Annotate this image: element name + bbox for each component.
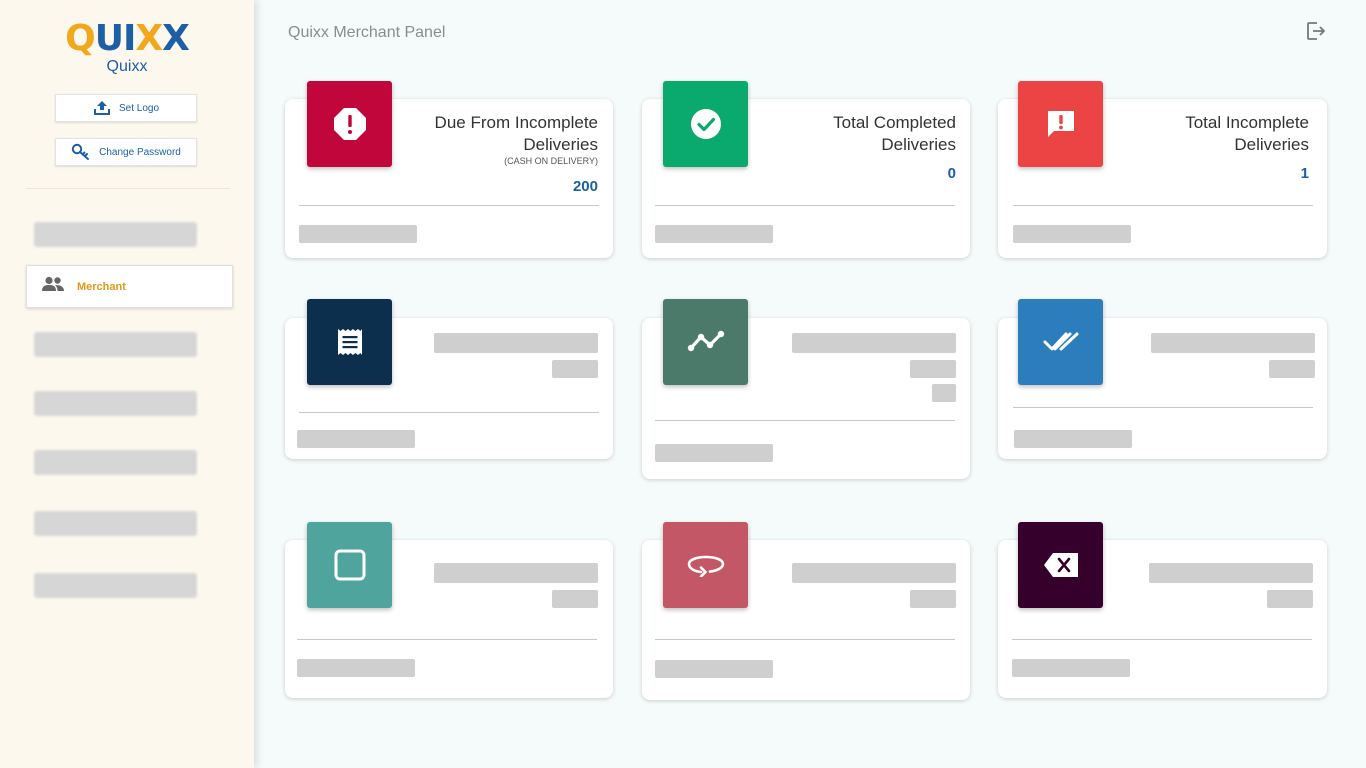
card-note: (CASH ON DELIVERY) xyxy=(504,156,598,166)
card-value: 200 xyxy=(572,178,598,195)
sidebar-item-merchant[interactable]: Merchant xyxy=(26,265,233,308)
card-divider xyxy=(1013,407,1313,408)
text-placeholder xyxy=(1269,360,1315,378)
card-value: 0 xyxy=(947,165,956,182)
card-divider xyxy=(1013,205,1313,206)
brand-logo: QUIXX Quixx xyxy=(0,18,254,76)
text-placeholder xyxy=(1151,333,1315,353)
card-divider xyxy=(299,205,599,206)
sidebar-item-placeholder[interactable] xyxy=(34,222,197,247)
logo-wordmark: QUIXX xyxy=(65,18,190,59)
sidebar-item-placeholder[interactable] xyxy=(34,332,197,357)
set-logo-button[interactable]: Set Logo xyxy=(55,94,197,122)
backspace-icon xyxy=(1018,522,1103,608)
sidebar-item-placeholder[interactable] xyxy=(34,391,197,416)
sidebar: QUIXX Quixx Set Logo Change Password Mer… xyxy=(0,0,254,768)
text-placeholder xyxy=(552,590,598,608)
card-divider xyxy=(655,205,955,206)
text-placeholder xyxy=(1149,563,1313,583)
text-placeholder xyxy=(434,563,598,583)
card-title: Due From Incomplete Deliveries xyxy=(434,113,598,154)
sidebar-item-label: Merchant xyxy=(77,280,126,293)
card-divider xyxy=(655,420,955,421)
card-divider xyxy=(1012,639,1312,640)
logout-icon[interactable] xyxy=(1306,21,1326,41)
trend-line-icon xyxy=(663,299,748,385)
people-icon xyxy=(41,276,65,297)
upload-icon xyxy=(93,100,111,116)
checkbox-outline-icon xyxy=(307,522,392,608)
card-title: Total Completed Deliveries xyxy=(833,113,956,154)
brand-name: Quixx xyxy=(106,58,148,75)
text-placeholder xyxy=(655,444,773,462)
text-placeholder xyxy=(299,225,417,243)
text-placeholder xyxy=(1012,659,1130,677)
text-placeholder xyxy=(932,384,956,402)
key-icon xyxy=(71,143,91,161)
change-password-button[interactable]: Change Password xyxy=(55,138,197,166)
card-divider xyxy=(297,639,597,640)
card-title: Total Incomplete Deliveries xyxy=(1185,113,1309,154)
text-placeholder xyxy=(297,659,415,677)
card-divider xyxy=(655,639,955,640)
change-password-label: Change Password xyxy=(99,146,181,158)
sidebar-item-placeholder[interactable] xyxy=(34,511,197,536)
sidebar-item-placeholder[interactable] xyxy=(34,573,197,598)
text-placeholder xyxy=(792,563,956,583)
text-placeholder xyxy=(434,333,598,353)
feedback-icon xyxy=(1018,81,1103,167)
double-check-icon xyxy=(1018,299,1103,385)
sidebar-item-placeholder[interactable] xyxy=(34,450,197,475)
set-logo-label: Set Logo xyxy=(118,102,160,114)
check-circle-icon xyxy=(663,81,748,167)
text-placeholder xyxy=(297,430,415,448)
card-divider xyxy=(299,412,599,413)
text-placeholder xyxy=(552,360,598,378)
receipt-icon xyxy=(307,299,392,385)
alert-octagon-icon xyxy=(307,81,392,167)
text-placeholder xyxy=(1014,430,1132,448)
text-placeholder xyxy=(655,660,773,678)
text-placeholder xyxy=(1013,225,1131,243)
card-value: 1 xyxy=(1300,165,1309,182)
page-title: Quixx Merchant Panel xyxy=(288,24,446,41)
sidebar-divider xyxy=(26,188,230,189)
text-placeholder xyxy=(910,360,956,378)
rotate-icon xyxy=(663,522,748,608)
text-placeholder xyxy=(792,333,956,353)
text-placeholder xyxy=(655,225,773,243)
text-placeholder xyxy=(910,590,956,608)
text-placeholder xyxy=(1267,590,1313,608)
